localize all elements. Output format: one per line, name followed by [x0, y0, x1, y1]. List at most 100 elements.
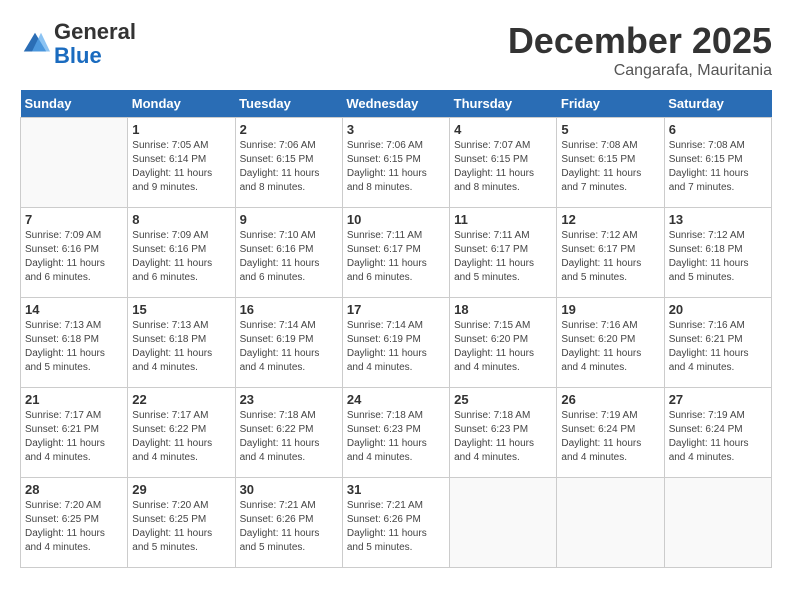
day-info: Sunrise: 7:06 AMSunset: 6:15 PMDaylight:…: [240, 139, 338, 195]
day-info: Sunrise: 7:12 AMSunset: 6:18 PMDaylight:…: [669, 229, 767, 285]
calendar-cell: 30 Sunrise: 7:21 AMSunset: 6:26 PMDayligh…: [235, 478, 342, 568]
day-info: Sunrise: 7:18 AMSunset: 6:23 PMDaylight:…: [347, 409, 445, 465]
calendar-cell: 23 Sunrise: 7:18 AMSunset: 6:22 PMDayligh…: [235, 388, 342, 478]
weekday-header: Saturday: [664, 90, 771, 118]
calendar-cell: 11 Sunrise: 7:11 AMSunset: 6:17 PMDayligh…: [450, 208, 557, 298]
day-info: Sunrise: 7:20 AMSunset: 6:25 PMDaylight:…: [132, 499, 230, 555]
calendar-week-row: 14 Sunrise: 7:13 AMSunset: 6:18 PMDayligh…: [21, 298, 772, 388]
day-info: Sunrise: 7:16 AMSunset: 6:20 PMDaylight:…: [561, 319, 659, 375]
day-number: 7: [25, 212, 123, 227]
calendar-cell: 29Sunrise: 7:20 AMSunset: 6:25 PMDayligh…: [128, 478, 235, 568]
calendar-week-row: 1 Sunrise: 7:05 AMSunset: 6:14 PMDaylight…: [21, 118, 772, 208]
day-info: Sunrise: 7:19 AMSunset: 6:24 PMDaylight:…: [669, 409, 767, 465]
calendar-cell: 17 Sunrise: 7:14 AMSunset: 6:19 PMDayligh…: [342, 298, 449, 388]
day-number: 15: [132, 302, 230, 317]
calendar-cell: [21, 118, 128, 208]
day-number: 31: [347, 482, 445, 497]
calendar-cell: 4 Sunrise: 7:07 AMSunset: 6:15 PMDaylight…: [450, 118, 557, 208]
weekday-header-row: SundayMondayTuesdayWednesdayThursdayFrid…: [21, 90, 772, 118]
day-number: 23: [240, 392, 338, 407]
day-info: Sunrise: 7:21 AMSunset: 6:26 PMDaylight:…: [347, 499, 445, 555]
calendar-cell: 26 Sunrise: 7:19 AMSunset: 6:24 PMDayligh…: [557, 388, 664, 478]
day-number: 1: [132, 122, 230, 137]
day-number: 30: [240, 482, 338, 497]
calendar-week-row: 28 Sunrise: 7:20 AMSunset: 6:25 PMDayligh…: [21, 478, 772, 568]
logo: General Blue: [20, 20, 136, 68]
calendar-cell: 31 Sunrise: 7:21 AMSunset: 6:26 PMDayligh…: [342, 478, 449, 568]
calendar-table: SundayMondayTuesdayWednesdayThursdayFrid…: [20, 90, 772, 568]
day-number: 4: [454, 122, 552, 137]
day-number: 5: [561, 122, 659, 137]
day-info: Sunrise: 7:17 AMSunset: 6:21 PMDaylight:…: [25, 409, 123, 465]
weekday-header: Tuesday: [235, 90, 342, 118]
calendar-cell: 27 Sunrise: 7:19 AMSunset: 6:24 PMDayligh…: [664, 388, 771, 478]
calendar-week-row: 21 Sunrise: 7:17 AMSunset: 6:21 PMDayligh…: [21, 388, 772, 478]
day-info: Sunrise: 7:15 AMSunset: 6:20 PMDaylight:…: [454, 319, 552, 375]
calendar-cell: 6Sunrise: 7:08 AMSunset: 6:15 PMDaylight…: [664, 118, 771, 208]
day-number: 18: [454, 302, 552, 317]
day-number: 26: [561, 392, 659, 407]
day-info: Sunrise: 7:07 AMSunset: 6:15 PMDaylight:…: [454, 139, 552, 195]
day-info: Sunrise: 7:13 AMSunset: 6:18 PMDaylight:…: [132, 319, 230, 375]
day-info: Sunrise: 7:17 AMSunset: 6:22 PMDaylight:…: [132, 409, 230, 465]
calendar-cell: 12 Sunrise: 7:12 AMSunset: 6:17 PMDayligh…: [557, 208, 664, 298]
day-number: 11: [454, 212, 552, 227]
day-info: Sunrise: 7:16 AMSunset: 6:21 PMDaylight:…: [669, 319, 767, 375]
day-info: Sunrise: 7:06 AMSunset: 6:15 PMDaylight:…: [347, 139, 445, 195]
day-number: 24: [347, 392, 445, 407]
calendar-cell: 7 Sunrise: 7:09 AMSunset: 6:16 PMDaylight…: [21, 208, 128, 298]
day-number: 9: [240, 212, 338, 227]
day-info: Sunrise: 7:19 AMSunset: 6:24 PMDaylight:…: [561, 409, 659, 465]
day-number: 28: [25, 482, 123, 497]
day-number: 21: [25, 392, 123, 407]
logo-blue-text: Blue: [54, 43, 102, 68]
day-info: Sunrise: 7:14 AMSunset: 6:19 PMDaylight:…: [240, 319, 338, 375]
calendar-cell: [450, 478, 557, 568]
day-info: Sunrise: 7:13 AMSunset: 6:18 PMDaylight:…: [25, 319, 123, 375]
day-number: 14: [25, 302, 123, 317]
day-info: Sunrise: 7:05 AMSunset: 6:14 PMDaylight:…: [132, 139, 230, 195]
weekday-header: Friday: [557, 90, 664, 118]
logo-general-text: General: [54, 19, 136, 44]
calendar-cell: 10 Sunrise: 7:11 AMSunset: 6:17 PMDayligh…: [342, 208, 449, 298]
day-info: Sunrise: 7:08 AMSunset: 6:15 PMDaylight:…: [669, 139, 767, 195]
day-info: Sunrise: 7:18 AMSunset: 6:22 PMDaylight:…: [240, 409, 338, 465]
weekday-header: Monday: [128, 90, 235, 118]
day-info: Sunrise: 7:12 AMSunset: 6:17 PMDaylight:…: [561, 229, 659, 285]
logo-icon: [20, 29, 50, 59]
calendar-cell: 19 Sunrise: 7:16 AMSunset: 6:20 PMDayligh…: [557, 298, 664, 388]
calendar-cell: 24 Sunrise: 7:18 AMSunset: 6:23 PMDayligh…: [342, 388, 449, 478]
day-number: 27: [669, 392, 767, 407]
day-info: Sunrise: 7:09 AMSunset: 6:16 PMDaylight:…: [25, 229, 123, 285]
page-header: General Blue December 2025 Cangarafa, Ma…: [20, 20, 772, 80]
calendar-cell: 22 Sunrise: 7:17 AMSunset: 6:22 PMDayligh…: [128, 388, 235, 478]
calendar-cell: 20 Sunrise: 7:16 AMSunset: 6:21 PMDayligh…: [664, 298, 771, 388]
calendar-cell: 3Sunrise: 7:06 AMSunset: 6:15 PMDaylight…: [342, 118, 449, 208]
calendar-cell: 8Sunrise: 7:09 AMSunset: 6:16 PMDaylight…: [128, 208, 235, 298]
calendar-cell: 13 Sunrise: 7:12 AMSunset: 6:18 PMDayligh…: [664, 208, 771, 298]
day-number: 13: [669, 212, 767, 227]
day-number: 16: [240, 302, 338, 317]
day-number: 17: [347, 302, 445, 317]
weekday-header: Wednesday: [342, 90, 449, 118]
day-number: 19: [561, 302, 659, 317]
calendar-cell: 28Sunrise: 7:20 AMSunset: 6:25 PMDayligh…: [21, 478, 128, 568]
day-number: 22: [132, 392, 230, 407]
day-number: 12: [561, 212, 659, 227]
calendar-cell: 9Sunrise: 7:10 AMSunset: 6:16 PMDaylight…: [235, 208, 342, 298]
day-info: Sunrise: 7:11 AMSunset: 6:17 PMDaylight:…: [454, 229, 552, 285]
day-number: 20: [669, 302, 767, 317]
calendar-cell: [664, 478, 771, 568]
day-info: Sunrise: 7:18 AMSunset: 6:23 PMDaylight:…: [454, 409, 552, 465]
weekday-header: Sunday: [21, 90, 128, 118]
day-info: Sunrise: 7:21 AMSunset: 6:26 PMDaylight:…: [240, 499, 338, 555]
day-info: Sunrise: 7:11 AMSunset: 6:17 PMDaylight:…: [347, 229, 445, 285]
day-info: Sunrise: 7:14 AMSunset: 6:19 PMDaylight:…: [347, 319, 445, 375]
calendar-cell: 16 Sunrise: 7:14 AMSunset: 6:19 PMDayligh…: [235, 298, 342, 388]
day-number: 2: [240, 122, 338, 137]
day-number: 10: [347, 212, 445, 227]
location-text: Cangarafa, Mauritania: [508, 62, 772, 80]
day-info: Sunrise: 7:08 AMSunset: 6:15 PMDaylight:…: [561, 139, 659, 195]
calendar-week-row: 7 Sunrise: 7:09 AMSunset: 6:16 PMDaylight…: [21, 208, 772, 298]
calendar-cell: 1 Sunrise: 7:05 AMSunset: 6:14 PMDaylight…: [128, 118, 235, 208]
